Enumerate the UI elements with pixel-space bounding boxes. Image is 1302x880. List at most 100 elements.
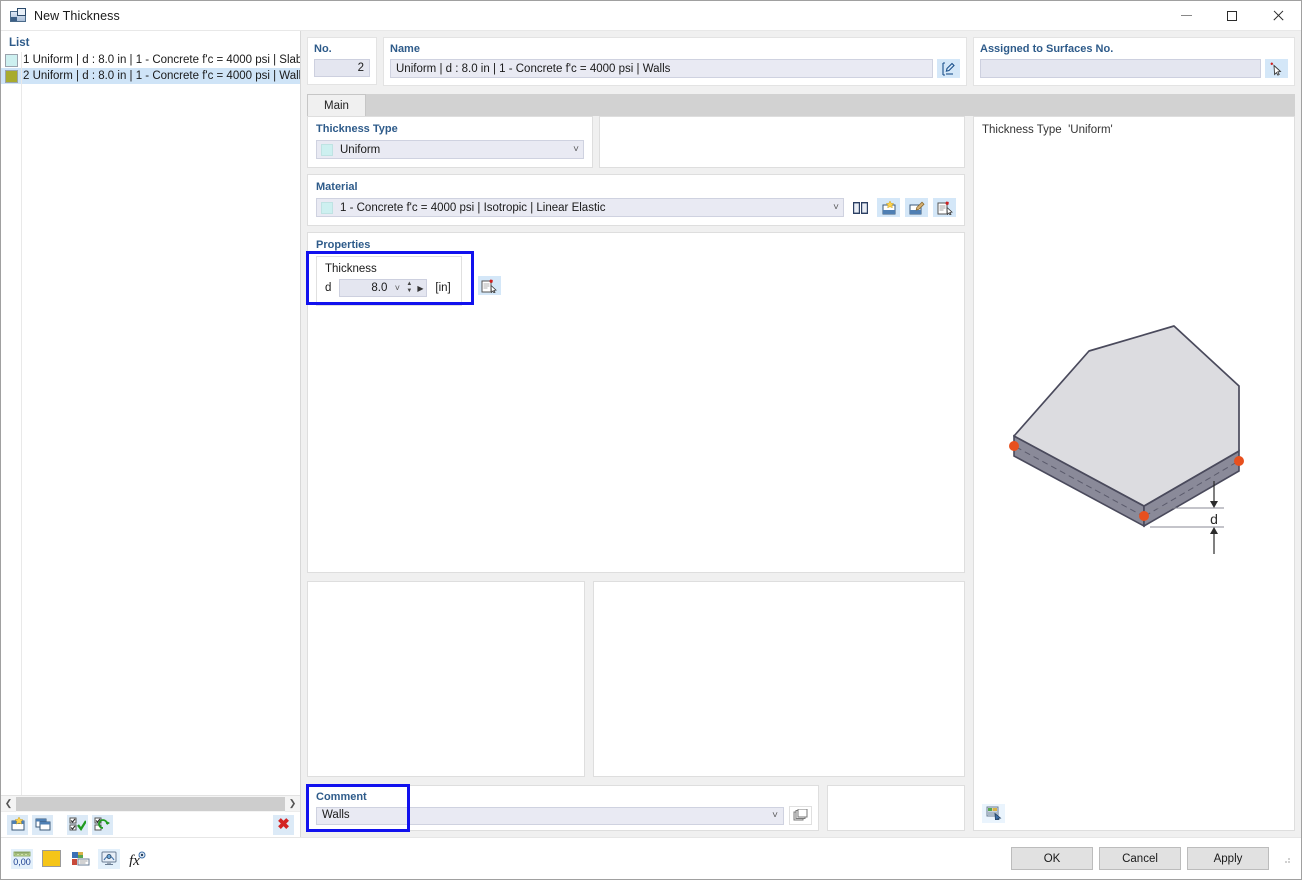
comment-list-icon[interactable] (789, 806, 812, 825)
thickness-type-combo[interactable]: Uniform ˅ (316, 140, 584, 159)
apply-button[interactable]: Apply (1187, 847, 1269, 870)
thickness-info-icon[interactable] (478, 276, 501, 295)
list-item[interactable]: 2 Uniform | d : 8.0 in | 1 - Concrete f'… (1, 68, 300, 84)
delete-material-icon[interactable] (933, 198, 956, 217)
chevron-down-icon[interactable]: ˅ (567, 144, 579, 155)
thickness-type-group: Thickness Type Uniform ˅ (307, 116, 593, 168)
new-thickness-dialog: New Thickness List 1 Uniform | d : 8.0 i… (0, 0, 1302, 880)
new-material-icon[interactable] (877, 198, 900, 217)
material-group: Material 1 - Concrete f'c = 4000 psi | I… (307, 174, 965, 226)
tab-main[interactable]: Main (307, 94, 366, 116)
header-row: No. 2 Name Uniform | d : 8.0 in | 1 - Co… (301, 31, 1301, 86)
edit-material-icon[interactable] (905, 198, 928, 217)
window-controls (1163, 1, 1301, 31)
list-item-label: 1 Uniform | d : 8.0 in | 1 - Concrete f'… (23, 54, 300, 66)
new-thickness-icon[interactable] (7, 815, 28, 835)
preview-panel: Thickness Type 'Uniform' (973, 116, 1295, 831)
list-item-label: 2 Uniform | d : 8.0 in | 1 - Concrete f'… (23, 70, 300, 82)
display-properties-icon[interactable] (69, 849, 91, 869)
pick-surfaces-icon[interactable] (1265, 59, 1288, 78)
cancel-button[interactable]: Cancel (1099, 847, 1181, 870)
material-value: 1 - Concrete f'c = 4000 psi | Isotropic … (340, 202, 605, 214)
list-item-color-swatch (5, 70, 18, 83)
tab-strip: Main (307, 94, 1295, 116)
footer-icon-group: 0,00 (11, 849, 149, 869)
copy-thickness-icon[interactable] (32, 815, 53, 835)
formula-icon[interactable]: fx (127, 849, 149, 869)
thickness-type-color-swatch (321, 144, 333, 156)
chevron-down-icon[interactable]: ˅ (390, 283, 404, 293)
scrollbar-thumb[interactable] (16, 797, 285, 811)
edit-name-icon[interactable] (937, 59, 960, 78)
material-color-swatch (321, 202, 333, 214)
name-label: Name (390, 43, 960, 55)
main-area: No. 2 Name Uniform | d : 8.0 in | 1 - Co… (301, 31, 1301, 837)
thickness-type-spacer-pane (599, 116, 965, 168)
assigned-surfaces-input[interactable] (980, 59, 1261, 78)
ok-button[interactable]: OK (1011, 847, 1093, 870)
spinner-up-icon[interactable]: ▲ (406, 282, 412, 287)
window-title: New Thickness (34, 9, 120, 23)
color-swatch-icon[interactable] (40, 849, 62, 869)
tab-content: Thickness Type Uniform ˅ Material (301, 116, 1301, 837)
thickness-symbol: d (325, 282, 331, 294)
list-horizontal-scrollbar[interactable]: ❮ ❯ (1, 795, 300, 811)
chevron-left-icon[interactable]: ❮ (1, 796, 16, 812)
thickness-subgroup: Thickness d 8.0 ˅ ▲ ▼ (316, 256, 462, 306)
minimize-icon[interactable] (1163, 1, 1209, 31)
select-all-icon[interactable] (67, 815, 88, 835)
comment-value: Walls (322, 807, 350, 824)
lower-panes (307, 581, 965, 777)
svg-text:0,00: 0,00 (13, 857, 31, 867)
invert-selection-icon[interactable] (92, 815, 113, 835)
scrollbar-track[interactable] (16, 796, 285, 812)
properties-label: Properties (316, 239, 956, 251)
spinner-down-icon[interactable]: ▼ (406, 289, 412, 294)
list-toolbar: ✖ (1, 811, 300, 837)
delete-icon[interactable]: ✖ (273, 815, 294, 835)
list-item[interactable]: 1 Uniform | d : 8.0 in | 1 - Concrete f'… (1, 52, 300, 68)
chevron-down-icon[interactable]: ˅ (766, 807, 778, 824)
assigned-label: Assigned to Surfaces No. (980, 43, 1288, 55)
content-left-column: Thickness Type Uniform ˅ Material (307, 116, 965, 831)
dimension-label-d: d (1210, 511, 1218, 527)
list-header: List (1, 31, 300, 52)
thickness-list[interactable]: 1 Uniform | d : 8.0 in | 1 - Concrete f'… (1, 52, 300, 795)
thickness-sublabel: Thickness (325, 263, 451, 275)
close-icon[interactable] (1255, 1, 1301, 31)
preview-footer (974, 796, 1294, 830)
preview-canvas[interactable]: d (974, 136, 1294, 796)
comment-side-pane (827, 785, 965, 831)
material-combo[interactable]: 1 - Concrete f'c = 4000 psi | Isotropic … (316, 198, 844, 217)
material-library-icon[interactable] (849, 198, 872, 217)
thickness-window-icon (10, 8, 26, 24)
comment-group: Comment Walls ˅ (307, 785, 819, 831)
lower-pane-left (307, 581, 585, 777)
chevron-right-icon[interactable]: ❯ (285, 796, 300, 812)
chevron-down-icon[interactable]: ˅ (827, 202, 839, 213)
preview-title: Thickness Type 'Uniform' (974, 117, 1294, 136)
title-bar: New Thickness (1, 1, 1301, 31)
material-label: Material (316, 181, 956, 193)
thickness-type-row: Thickness Type Uniform ˅ (307, 116, 965, 168)
preview-settings-icon[interactable] (982, 804, 1005, 823)
thickness-input[interactable]: 8.0 ˅ ▲ ▼ ▶ (339, 279, 427, 297)
play-arrow-icon[interactable]: ▶ (414, 284, 426, 293)
list-item-color-swatch (5, 54, 18, 67)
thickness-value: 8.0 (340, 282, 390, 294)
properties-group: Properties Thickness d 8.0 ˅ (307, 232, 965, 573)
name-input[interactable]: Uniform | d : 8.0 in | 1 - Concrete f'c … (390, 59, 933, 78)
comment-input[interactable]: Walls ˅ (316, 807, 784, 825)
thickness-unit: [in] (435, 282, 450, 294)
assigned-card: Assigned to Surfaces No. (973, 37, 1295, 86)
maximize-icon[interactable] (1209, 1, 1255, 31)
decimal-places-icon[interactable]: 0,00 (11, 849, 33, 869)
comment-row: Comment Walls ˅ (307, 785, 965, 831)
visibility-icon[interactable] (98, 849, 120, 869)
list-panel: List 1 Uniform | d : 8.0 in | 1 - Concre… (1, 31, 301, 837)
preview-title-label: Thickness Type (982, 124, 1062, 136)
no-input[interactable]: 2 (314, 59, 370, 77)
preview-column: Thickness Type 'Uniform' (973, 116, 1295, 831)
resize-grip-icon[interactable] (1281, 854, 1291, 864)
spinner-icon[interactable]: ▲ ▼ (404, 282, 414, 294)
